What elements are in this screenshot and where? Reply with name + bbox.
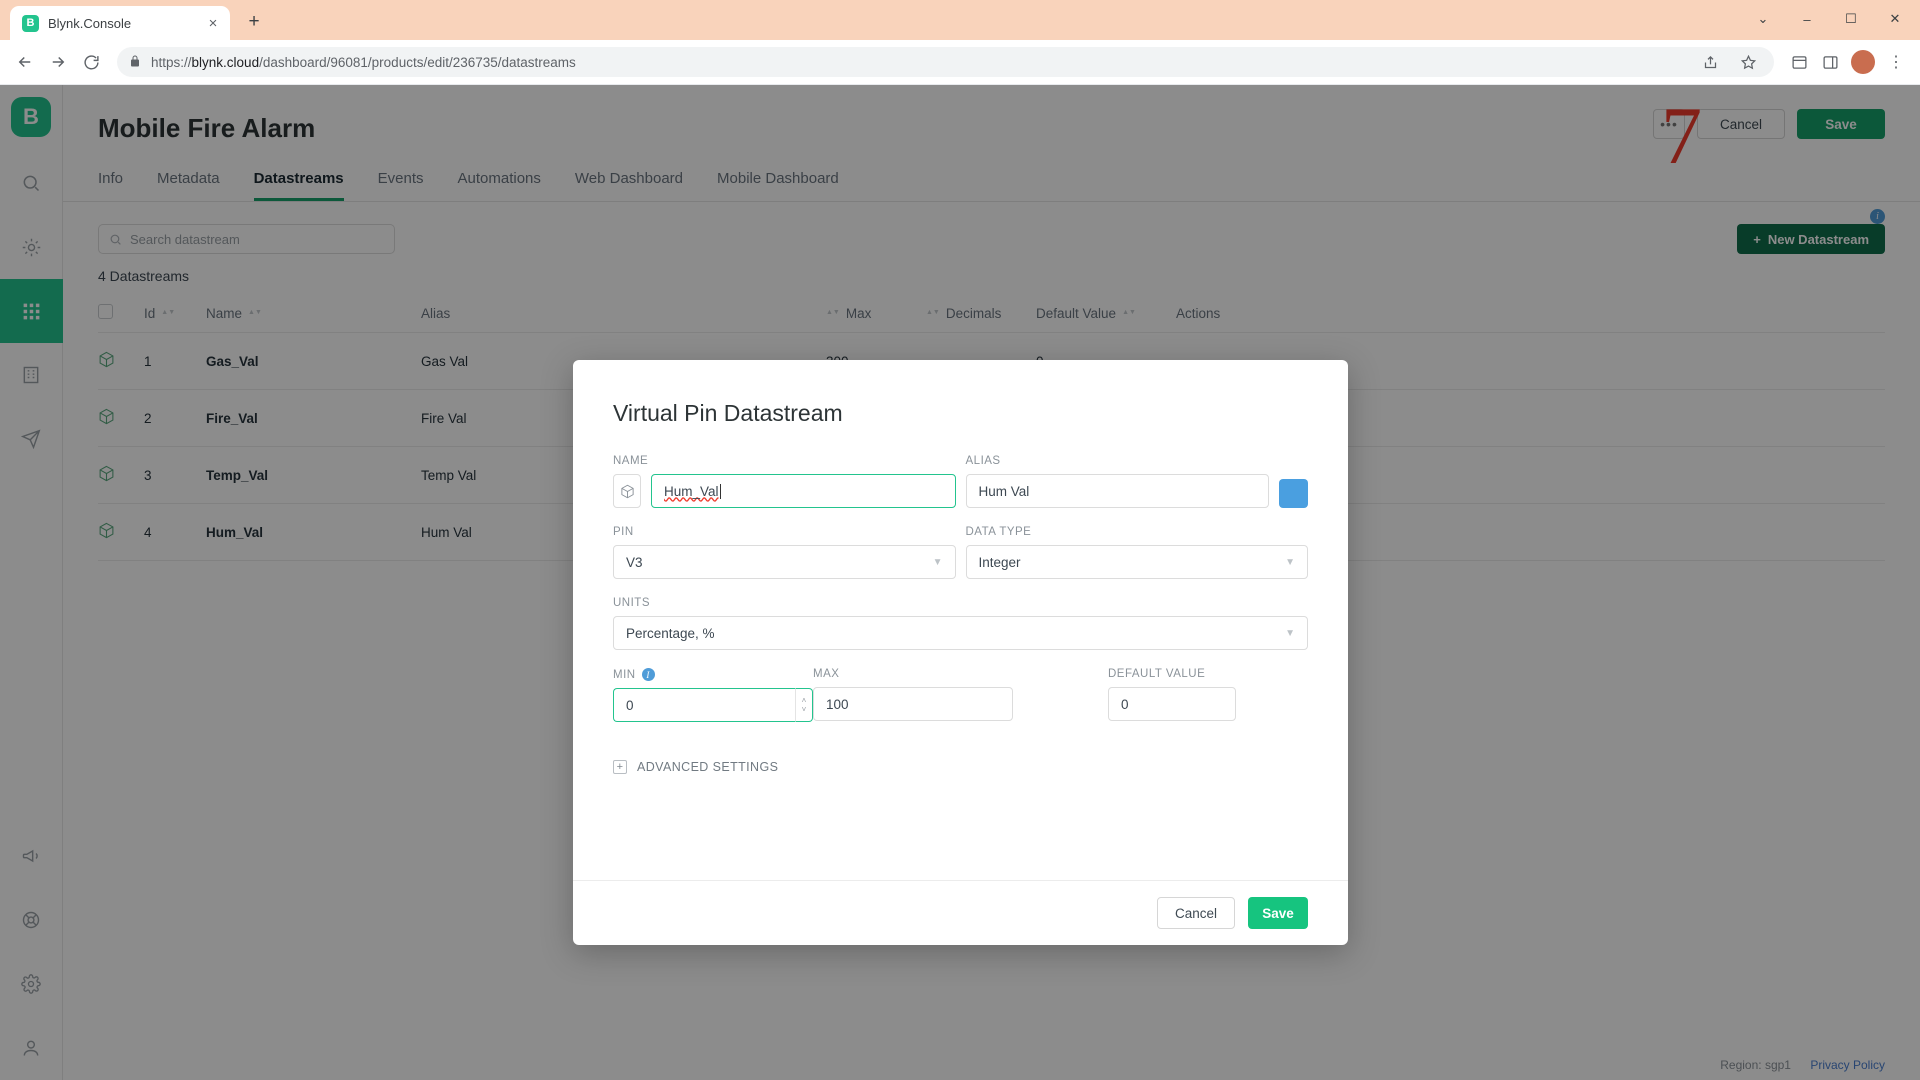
lock-icon [129,55,141,70]
dialog-save-button[interactable]: Save [1248,897,1308,929]
extensions-icon[interactable] [1785,48,1813,76]
bookmark-star-icon[interactable] [1734,48,1762,76]
address-bar-url: https://blynk.cloud/dashboard/96081/prod… [151,55,1686,70]
alias-label: ALIAS [965,455,1001,467]
name-label: NAME [613,455,649,467]
name-row: Hum_Val [613,474,956,508]
back-icon[interactable] [10,47,40,77]
app-root: B Mobile Fire Alarm ••• Cancel Save 7 i … [0,85,1920,1080]
tab-list-chevron-icon[interactable]: ⌄ [1742,5,1784,33]
min-spinner[interactable]: ˄ ˅ [794,688,813,722]
pin-field-group: PIN V3 ▼ [613,526,956,579]
color-swatch-button[interactable] [1279,479,1308,508]
min-max-default-row: MIN i 0 ˄ ˅ [613,668,1308,722]
forward-icon[interactable] [43,47,73,77]
spinner-down-icon[interactable]: ˅ [802,705,807,714]
chevron-down-icon: ▼ [1285,556,1295,568]
min-input[interactable]: 0 [613,688,795,722]
browser-toolbar: https://blynk.cloud/dashboard/96081/prod… [0,40,1920,85]
alias-input-value: Hum Val [978,483,1030,499]
default-value-field-group: DEFAULT VALUE 0 [1108,668,1236,722]
name-input[interactable]: Hum_Val [651,474,956,508]
address-bar[interactable]: https://blynk.cloud/dashboard/96081/prod… [117,47,1774,77]
sidepanel-icon[interactable] [1816,48,1844,76]
min-label: MIN i [613,668,813,681]
expand-plus-icon: + [613,760,627,774]
dialog-title: Virtual Pin Datastream [613,400,843,426]
datastream-icon-button[interactable] [613,474,641,508]
chevron-down-icon: ▼ [1285,627,1295,639]
reload-icon[interactable] [76,47,106,77]
window-controls: ⌄ – ☐ ✕ [1742,5,1916,33]
cube-icon [620,484,634,498]
text-cursor [719,483,721,499]
advanced-settings-toggle[interactable]: + ADVANCED SETTINGS [613,760,1308,774]
browser-tab[interactable]: B Blynk.Console × [10,6,230,40]
pin-select[interactable]: V3 ▼ [613,545,956,579]
profile-avatar[interactable] [1851,50,1875,74]
blynk-favicon-icon: B [22,14,39,32]
browser-window: B Blynk.Console × + ⌄ – ☐ ✕ https://blyn… [0,0,1920,1080]
browser-menu-icon[interactable]: ⋮ [1882,48,1910,76]
dialog-body: Virtual Pin Datastream NAME Hum_Val ALIA… [573,360,1348,880]
browser-tabstrip: B Blynk.Console × + ⌄ – ☐ ✕ [0,0,1920,40]
maximize-button[interactable]: ☐ [1830,5,1872,33]
default-value-input[interactable]: 0 [1108,687,1236,721]
min-field-group: MIN i 0 ˄ ˅ [613,668,813,722]
close-window-button[interactable]: ✕ [1874,5,1916,33]
minimize-button[interactable]: – [1786,5,1828,33]
min-label-text: MIN [613,668,636,681]
units-value: Percentage, % [626,625,715,641]
advanced-settings-label: ADVANCED SETTINGS [637,760,779,774]
max-input[interactable]: 100 [813,687,1013,721]
alias-field-group: ALIAS Hum Val [965,455,1308,508]
max-label: MAX [813,668,840,680]
units-label: UNITS [613,597,650,609]
data-type-select[interactable]: Integer ▼ [965,545,1308,579]
url-path: /dashboard/96081/products/edit/236735/da… [259,54,576,70]
url-domain: blynk.cloud [191,54,260,70]
min-stepper[interactable]: 0 ˄ ˅ [613,688,813,722]
min-info-icon[interactable]: i [641,668,655,681]
dialog-footer: Cancel Save [573,880,1348,945]
chevron-down-icon: ▼ [932,556,943,568]
data-type-field-group: DATA TYPE Integer ▼ [965,526,1308,579]
pin-value: V3 [626,554,643,570]
name-field-group: NAME Hum_Val [613,455,956,508]
max-value: 100 [826,696,849,712]
default-value: 0 [1121,696,1129,712]
close-tab-icon[interactable]: × [204,14,222,32]
name-alias-row: NAME Hum_Val ALIAS Hum Val [613,455,1308,508]
default-value-label: DEFAULT VALUE [1108,668,1206,680]
units-field-group: UNITS Percentage, % ▼ [613,597,1308,650]
url-scheme: https:// [151,54,192,70]
pin-label: PIN [613,526,634,538]
name-input-value: Hum_Val [664,483,719,499]
alias-row: Hum Val [965,474,1308,508]
gap-spacer [1013,668,1108,722]
max-field-group: MAX 100 [813,668,1013,722]
units-select[interactable]: Percentage, % ▼ [613,616,1308,650]
dialog-cancel-button[interactable]: Cancel [1157,897,1235,929]
new-tab-button[interactable]: + [239,7,269,37]
share-icon[interactable] [1696,48,1724,76]
pin-datatype-row: PIN V3 ▼ DATA TYPE Integer ▼ [613,526,1308,579]
min-value: 0 [626,697,634,713]
alias-input[interactable]: Hum Val [965,474,1269,508]
virtual-pin-datastream-dialog: Virtual Pin Datastream NAME Hum_Val ALIA… [573,360,1348,945]
data-type-value: Integer [978,554,1021,570]
browser-tab-title: Blynk.Console [48,15,132,31]
spinner-up-icon[interactable]: ˄ [802,696,807,705]
data-type-label: DATA TYPE [965,526,1032,538]
